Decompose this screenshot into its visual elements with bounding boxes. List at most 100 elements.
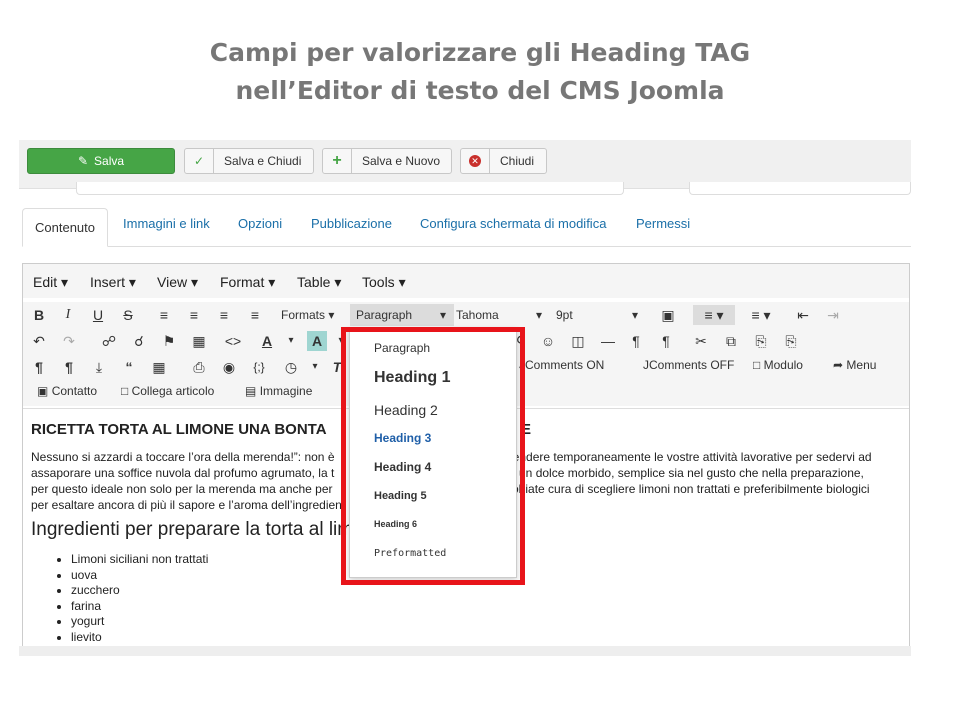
check-icon: ✓ — [185, 149, 214, 173]
underline-icon[interactable]: U — [88, 305, 108, 325]
link-icon[interactable]: ☍ — [99, 331, 119, 351]
indent-icon[interactable]: ⇥ — [823, 305, 843, 325]
tab-configura[interactable]: Configura schermata di modifica — [420, 216, 606, 231]
paragraph-icon[interactable]: ¶ — [29, 357, 49, 377]
align-left-icon[interactable]: ≡ — [154, 305, 174, 325]
italic-icon[interactable]: I — [58, 305, 78, 325]
font-family-select[interactable]: Tahoma ▾ — [456, 304, 542, 326]
cut-icon[interactable]: ✂ — [691, 331, 711, 351]
justify-icon[interactable]: ≡ — [245, 305, 265, 325]
undo-icon[interactable]: ↶ — [29, 331, 49, 351]
menu-view[interactable]: View ▾ — [157, 274, 198, 291]
block-format-select[interactable]: Paragraph ▾ — [350, 304, 454, 326]
tab-permessi[interactable]: Permessi — [636, 216, 690, 231]
save-close-label: Salva e Chiudi — [224, 154, 302, 168]
nonbreaking-icon[interactable]: ¶ — [59, 357, 79, 377]
tab-pubblicazione[interactable]: Pubblicazione — [311, 216, 392, 231]
horizontal-rule-icon[interactable]: — — [598, 331, 618, 351]
modulo-button[interactable]: □ Modulo — [753, 358, 803, 372]
save-new-label: Salva e Nuovo — [362, 154, 441, 168]
slide-title-line-2: nell’Editor di testo del CMS Joomla — [235, 76, 725, 105]
preview-icon[interactable]: ◉ — [219, 357, 239, 377]
template-icon[interactable]: {;} — [249, 357, 269, 377]
list-item: farina — [71, 599, 208, 615]
list-item: uova — [71, 568, 208, 584]
menu-tools[interactable]: Tools ▾ — [362, 274, 406, 291]
list-item: zucchero — [71, 583, 208, 599]
unlink-icon[interactable]: ☌ — [129, 331, 149, 351]
background-color-icon[interactable]: A — [307, 331, 327, 351]
menu-button[interactable]: ➦ Menu — [833, 358, 876, 372]
toolbar-row-1: B I U S ≡ ≡ ≡ ≡ Formats ▾ Paragraph ▾ Tah… — [23, 302, 909, 328]
menu-table[interactable]: Table ▾ — [297, 274, 341, 291]
contatto-button[interactable]: ▣ Contatto — [37, 384, 97, 398]
numbered-list-icon[interactable]: ≡ ▾ — [743, 305, 779, 325]
list-item: Limoni siciliani non trattati — [71, 552, 208, 568]
edit-icon: ✎ — [77, 154, 89, 168]
bullet-list-icon[interactable]: ≡ ▾ — [693, 305, 735, 325]
text-color-dropdown-icon[interactable]: ▾ — [281, 331, 301, 351]
rtl-icon[interactable]: ¶ — [656, 331, 676, 351]
slide-title: Campi per valorizzare gli Heading TAG ne… — [0, 34, 960, 110]
align-center-icon[interactable]: ≡ — [184, 305, 204, 325]
clock-dropdown-icon[interactable]: ▾ — [305, 357, 325, 377]
formats-select[interactable]: Formats ▾ — [281, 304, 343, 326]
code-icon[interactable]: <> — [223, 331, 243, 351]
save-button-label: Salva — [94, 154, 125, 168]
emoticon-icon[interactable]: ☺ — [538, 331, 558, 351]
strikethrough-icon[interactable]: S — [118, 305, 138, 325]
paste-icon[interactable]: ⎘ — [751, 331, 771, 351]
outdent-icon[interactable]: ⇤ — [793, 305, 813, 325]
table-icon[interactable]: ▦ — [149, 357, 169, 377]
picture-icon: ▤ — [245, 384, 257, 398]
alias-field-edge — [689, 182, 911, 195]
save-button[interactable]: ✎ Salva — [27, 148, 175, 174]
collega-articolo-button[interactable]: □ Collega articolo — [121, 384, 214, 398]
editor-tabs: Contenuto Immagini e link Opzioni Pubbli… — [22, 208, 911, 247]
copy-icon[interactable]: ⧉ — [721, 331, 741, 351]
paste-text-icon[interactable]: ⎘ — [781, 331, 801, 351]
save-new-button[interactable]: + Salva e Nuovo — [322, 148, 452, 174]
plus-icon: + — [323, 149, 352, 173]
menu-format[interactable]: Format ▾ — [220, 274, 275, 291]
menu-insert[interactable]: Insert ▾ — [90, 274, 136, 291]
editor-menubar: Edit ▾ Insert ▾ View ▾ Format ▾ Table ▾ … — [23, 264, 909, 298]
tab-immagini-link[interactable]: Immagini e link — [123, 216, 210, 231]
title-field-edge — [76, 182, 624, 195]
recipe-heading: RICETTA TORTA AL LIMONE UNA BONTA E — [31, 421, 532, 438]
align-right-icon[interactable]: ≡ — [214, 305, 234, 325]
print-icon[interactable]: ⎙ — [189, 357, 209, 377]
media-icon[interactable]: ◫ — [568, 331, 588, 351]
blockquote-icon[interactable]: “ — [119, 357, 139, 377]
bold-icon[interactable]: B — [29, 305, 49, 325]
ingredients-list: Limoni siciliani non trattati uova zucch… — [71, 552, 208, 645]
jcomments-on-button[interactable]: JComments ON — [519, 358, 604, 372]
list-item: lievito — [71, 630, 208, 646]
share-icon: ➦ — [833, 358, 844, 372]
contact-icon: ▣ — [37, 384, 49, 398]
text-color-icon[interactable]: A — [257, 331, 277, 351]
jcomments-off-button[interactable]: JComments OFF — [643, 358, 734, 372]
tab-opzioni[interactable]: Opzioni — [238, 216, 282, 231]
list-item: yogurt — [71, 614, 208, 630]
tab-contenuto[interactable]: Contenuto — [22, 208, 108, 247]
font-size-select[interactable]: 9pt ▾ — [556, 304, 638, 326]
file-icon: □ — [121, 384, 129, 398]
immagine-button[interactable]: ▤ Immagine — [245, 384, 312, 398]
clock-icon[interactable]: ◷ — [281, 357, 301, 377]
bookmark-icon[interactable]: ⚑ — [159, 331, 179, 351]
save-close-button[interactable]: ✓ Salva e Chiudi — [184, 148, 314, 174]
redo-icon[interactable]: ↷ — [59, 331, 79, 351]
slide-title-line-1: Campi per valorizzare gli Heading TAG — [209, 38, 751, 67]
close-icon: ✕ — [461, 149, 490, 173]
menu-edit[interactable]: Edit ▾ — [33, 274, 68, 291]
status-bar — [19, 646, 911, 656]
ltr-icon[interactable]: ¶ — [626, 331, 646, 351]
ingredients-heading: Ingredienti per preparare la torta al li… — [31, 519, 354, 540]
upload-icon[interactable]: ⤓ — [89, 357, 109, 377]
close-button[interactable]: ✕ Chiudi — [460, 148, 547, 174]
file-icon: □ — [753, 358, 761, 372]
close-label: Chiudi — [500, 154, 535, 168]
binoculars-icon[interactable]: ▣ — [658, 305, 678, 325]
image-icon[interactable]: ▦ — [189, 331, 209, 351]
